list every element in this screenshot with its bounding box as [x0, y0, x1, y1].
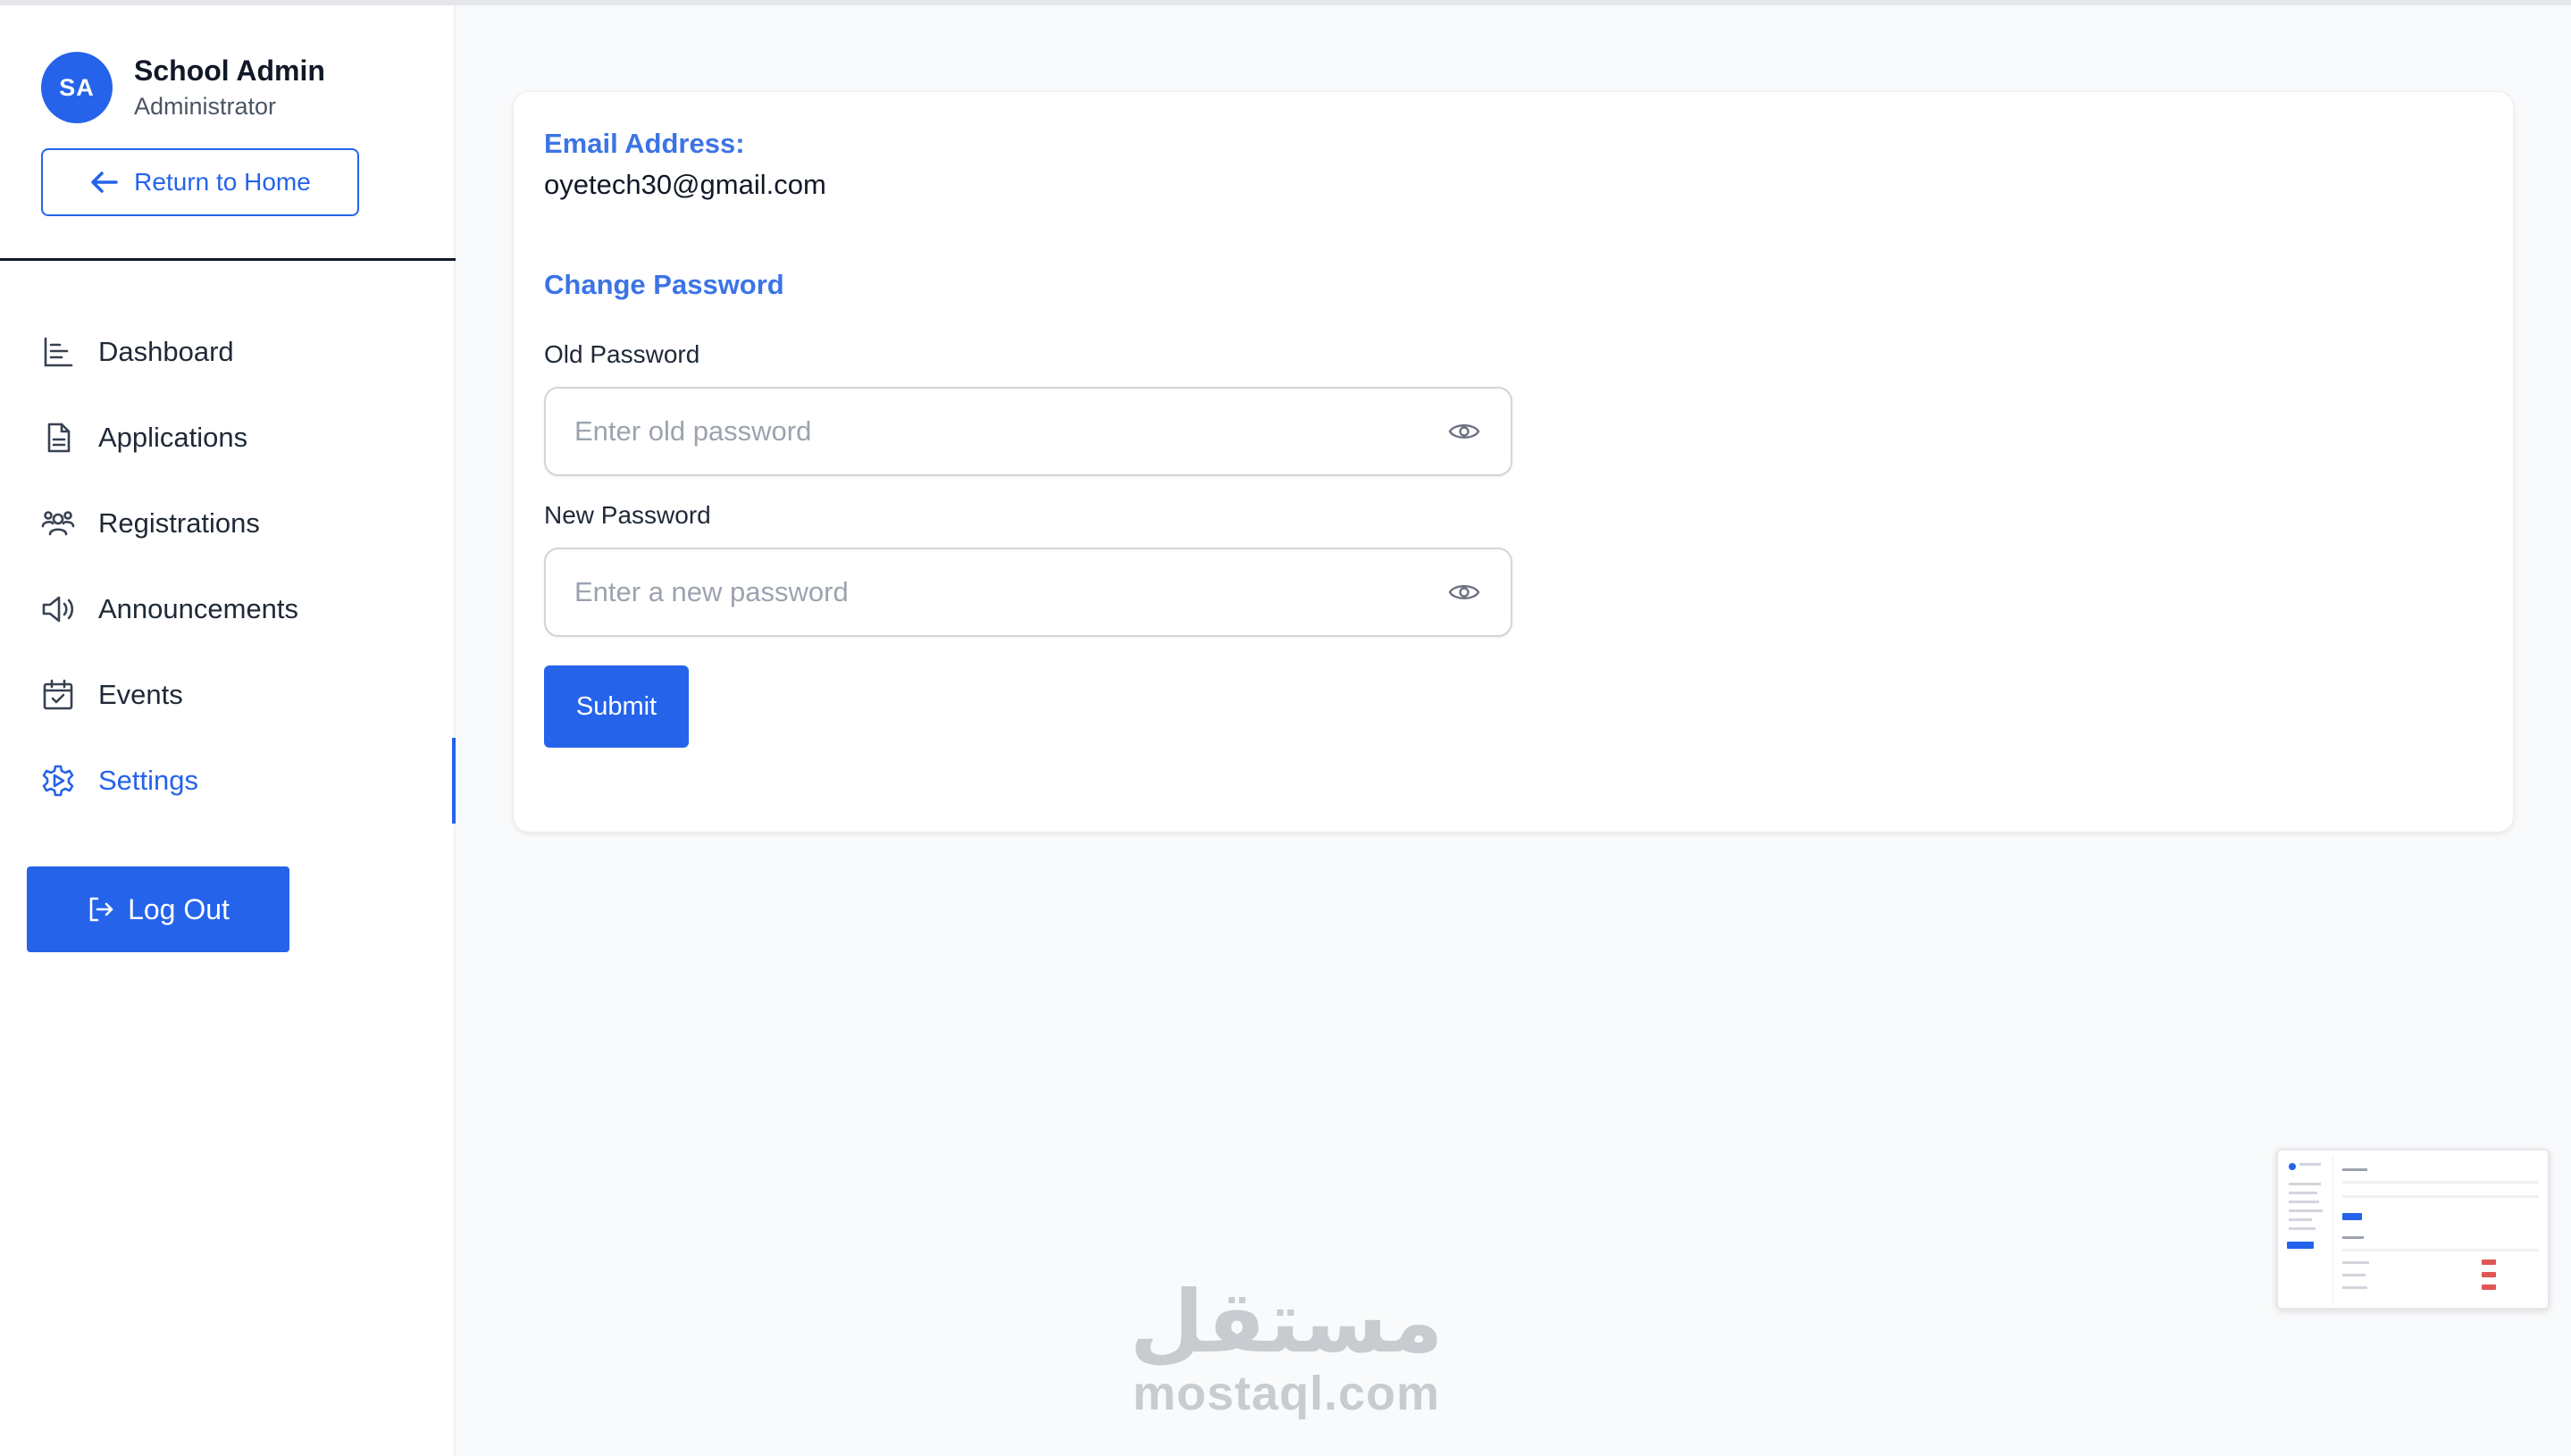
avatar: SA: [41, 52, 113, 123]
watermark: مستقل mostaql.com: [1126, 1277, 1447, 1420]
arrow-left-icon: [91, 172, 118, 193]
submit-button[interactable]: Submit: [544, 665, 689, 748]
sidebar-nav: Dashboard Applications Registrations Ann…: [0, 309, 456, 824]
users-icon: [41, 506, 75, 540]
sidebar-item-announcements[interactable]: Announcements: [0, 566, 456, 652]
sidebar-divider: [0, 258, 456, 261]
sidebar-item-settings[interactable]: Settings: [0, 738, 456, 824]
profile-name: School Admin: [134, 54, 325, 87]
old-password-input[interactable]: [574, 415, 1446, 448]
eye-icon[interactable]: [1446, 574, 1482, 610]
profile-role: Administrator: [134, 93, 277, 120]
sidebar-item-label: Events: [98, 679, 183, 710]
sidebar-item-label: Settings: [98, 765, 199, 796]
watermark-latin: mostaql.com: [1132, 1367, 1441, 1420]
sidebar-item-label: Announcements: [98, 593, 299, 624]
eye-icon[interactable]: [1446, 414, 1482, 449]
document-icon: [41, 421, 75, 455]
logout-icon: [89, 897, 113, 922]
sidebar-item-label: Registrations: [98, 507, 260, 539]
sidebar-item-label: Applications: [98, 422, 248, 453]
new-password-field: [544, 548, 1512, 637]
return-to-home-button[interactable]: Return to Home: [41, 148, 359, 216]
new-password-input[interactable]: [574, 576, 1446, 608]
return-to-home-label: Return to Home: [134, 168, 311, 196]
old-password-field: [544, 387, 1512, 476]
sidebar-item-label: Dashboard: [98, 336, 234, 367]
bar-chart-icon: [41, 335, 75, 369]
settings-card: Email Address: oyetech30@gmail.com Chang…: [513, 91, 2514, 833]
sidebar-item-applications[interactable]: Applications: [0, 395, 456, 481]
sidebar: SA School Admin Administrator Return to …: [0, 5, 456, 1456]
new-password-label: New Password: [544, 501, 711, 529]
gear-icon: [41, 764, 75, 798]
page-preview-thumbnail[interactable]: [2276, 1149, 2550, 1310]
sidebar-item-dashboard[interactable]: Dashboard: [0, 309, 456, 395]
user-profile: SA School Admin Administrator: [41, 52, 325, 123]
sidebar-item-events[interactable]: Events: [0, 652, 456, 738]
calendar-check-icon: [41, 678, 75, 712]
change-password-heading: Change Password: [544, 269, 784, 300]
sidebar-item-registrations[interactable]: Registrations: [0, 481, 456, 566]
profile-text: School Admin Administrator: [134, 53, 325, 122]
old-password-label: Old Password: [544, 340, 700, 368]
email-value: oyetech30@gmail.com: [544, 169, 826, 200]
thumbnail-sidebar: [2283, 1156, 2333, 1304]
logout-label: Log Out: [128, 892, 230, 925]
watermark-arabic: مستقل: [1129, 1272, 1444, 1372]
logout-button[interactable]: Log Out: [27, 866, 289, 952]
email-label: Email Address:: [544, 128, 745, 159]
megaphone-icon: [41, 592, 75, 626]
